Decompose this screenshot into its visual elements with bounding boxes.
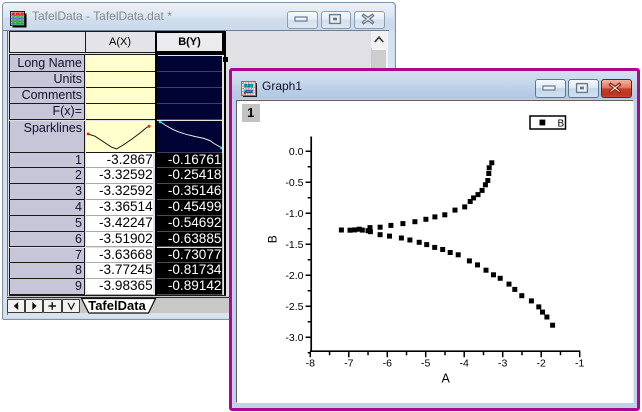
- svg-text:0.0: 0.0: [289, 146, 304, 158]
- svg-text:-8: -8: [306, 358, 315, 370]
- svg-text:-1.0: -1.0: [285, 208, 303, 220]
- svg-text:-3: -3: [498, 358, 507, 370]
- svg-text:-3.0: -3.0: [285, 332, 303, 344]
- svg-text:-2.0: -2.0: [285, 270, 303, 282]
- svg-text:-7: -7: [344, 358, 353, 370]
- svg-text:-6: -6: [383, 358, 392, 370]
- svg-text:-1.5: -1.5: [285, 239, 303, 251]
- svg-text:B: B: [558, 118, 565, 129]
- svg-text:-2: -2: [537, 358, 546, 370]
- svg-text:A: A: [442, 372, 451, 386]
- svg-text:-4: -4: [460, 358, 469, 370]
- svg-text:-1: -1: [575, 358, 584, 370]
- svg-text:B: B: [266, 235, 280, 243]
- svg-text:-2.5: -2.5: [285, 301, 303, 313]
- svg-text:-5: -5: [421, 358, 430, 370]
- svg-text:-0.5: -0.5: [285, 177, 303, 189]
